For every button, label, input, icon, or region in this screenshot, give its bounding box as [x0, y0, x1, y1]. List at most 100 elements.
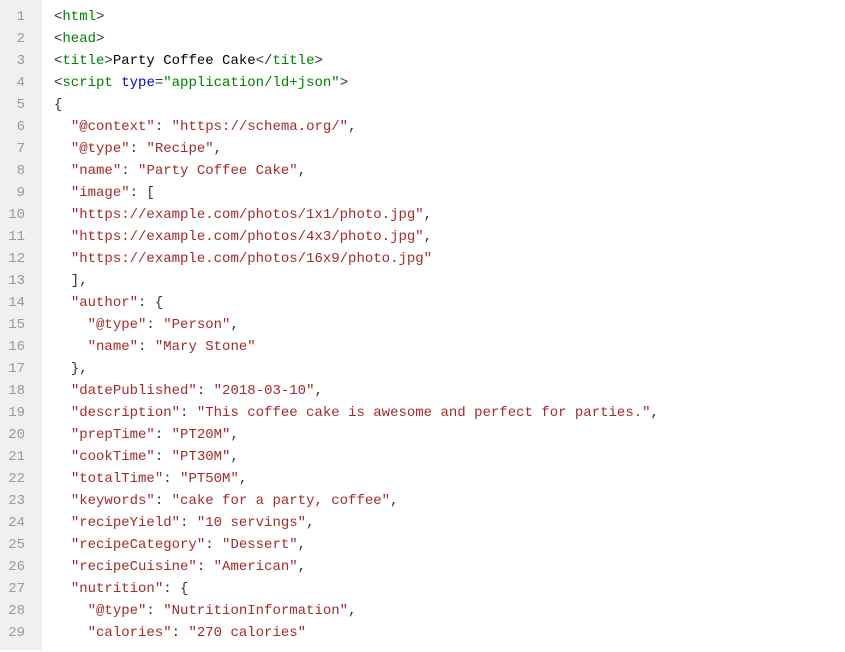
code-line[interactable]: <head> [54, 28, 659, 50]
token-string: "keywords" [71, 493, 155, 509]
token-tag: script [62, 75, 112, 91]
token-string: "prepTime" [71, 427, 155, 443]
code-line[interactable]: "recipeCuisine": "American", [54, 556, 659, 578]
token-punct: : [205, 537, 222, 553]
token-punct: , [424, 229, 432, 245]
token-punct: > [340, 75, 348, 91]
token-punct: : [155, 119, 172, 135]
token-tag: head [62, 31, 96, 47]
code-line[interactable]: "nutrition": { [54, 578, 659, 600]
code-line[interactable]: { [54, 94, 659, 116]
code-line[interactable]: <script type="application/ld+json"> [54, 72, 659, 94]
token-punct: , [298, 163, 306, 179]
token-string: "@type" [88, 603, 147, 619]
code-line[interactable]: "recipeYield": "10 servings", [54, 512, 659, 534]
line-number: 27 [0, 578, 31, 600]
token-punct [54, 383, 71, 399]
token-string: "datePublished" [71, 383, 197, 399]
code-line[interactable]: "recipeCategory": "Dessert", [54, 534, 659, 556]
token-punct: ], [54, 273, 88, 289]
code-line[interactable]: <html> [54, 6, 659, 28]
code-line[interactable]: "https://example.com/photos/1x1/photo.jp… [54, 204, 659, 226]
token-punct [54, 163, 71, 179]
line-number: 13 [0, 270, 31, 292]
token-punct [54, 119, 71, 135]
code-line[interactable]: "https://example.com/photos/4x3/photo.jp… [54, 226, 659, 248]
code-line[interactable]: "calories": "270 calories" [54, 622, 659, 644]
code-line[interactable]: "https://example.com/photos/16x9/photo.j… [54, 248, 659, 270]
token-punct: , [424, 207, 432, 223]
token-punct: = [155, 75, 163, 91]
code-line[interactable]: "@type": "Person", [54, 314, 659, 336]
token-punct [54, 471, 71, 487]
token-punct: , [214, 141, 222, 157]
token-punct: : [163, 471, 180, 487]
line-number: 20 [0, 424, 31, 446]
token-string: "@type" [88, 317, 147, 333]
code-line[interactable]: "keywords": "cake for a party, coffee", [54, 490, 659, 512]
token-punct [54, 141, 71, 157]
token-punct: : [180, 405, 197, 421]
token-string: "recipeYield" [71, 515, 180, 531]
line-number: 21 [0, 446, 31, 468]
code-line[interactable]: "@type": "Recipe", [54, 138, 659, 160]
token-string: "Dessert" [222, 537, 298, 553]
line-number: 15 [0, 314, 31, 336]
token-punct [54, 603, 88, 619]
token-punct: : [155, 427, 172, 443]
token-punct [54, 251, 71, 267]
token-punct: : [130, 141, 147, 157]
line-number: 26 [0, 556, 31, 578]
code-line[interactable]: "totalTime": "PT50M", [54, 468, 659, 490]
token-punct [54, 295, 71, 311]
line-number: 1 [0, 6, 31, 28]
code-line[interactable]: <title>Party Coffee Cake</title> [54, 50, 659, 72]
code-line[interactable]: "@type": "NutritionInformation", [54, 600, 659, 622]
token-string: "Person" [163, 317, 230, 333]
code-line[interactable]: "datePublished": "2018-03-10", [54, 380, 659, 402]
token-punct: > [96, 9, 104, 25]
token-punct [54, 339, 88, 355]
code-line[interactable]: "prepTime": "PT20M", [54, 424, 659, 446]
token-string: "name" [71, 163, 121, 179]
token-tag: title [272, 53, 314, 69]
line-number: 9 [0, 182, 31, 204]
token-punct: : [197, 383, 214, 399]
token-punct: , [348, 603, 356, 619]
code-line[interactable]: "name": "Mary Stone" [54, 336, 659, 358]
code-line[interactable]: "description": "This coffee cake is awes… [54, 402, 659, 424]
token-string: "recipeCategory" [71, 537, 205, 553]
token-punct: : [155, 493, 172, 509]
code-line[interactable]: "author": { [54, 292, 659, 314]
code-line[interactable]: ], [54, 270, 659, 292]
line-number: 25 [0, 534, 31, 556]
line-number: 14 [0, 292, 31, 314]
token-punct: : [146, 317, 163, 333]
token-string: "https://schema.org/" [172, 119, 348, 135]
token-punct [113, 75, 121, 91]
token-text: Party Coffee Cake [113, 53, 256, 69]
code-line[interactable]: "image": [ [54, 182, 659, 204]
code-line[interactable]: "cookTime": "PT30M", [54, 446, 659, 468]
line-number: 3 [0, 50, 31, 72]
token-string: "PT50M" [180, 471, 239, 487]
token-punct [54, 515, 71, 531]
token-string: "image" [71, 185, 130, 201]
token-punct [54, 185, 71, 201]
code-line[interactable]: "@context": "https://schema.org/", [54, 116, 659, 138]
code-editor-content[interactable]: <html><head><title>Party Coffee Cake</ti… [42, 0, 659, 650]
token-string: "Party Coffee Cake" [138, 163, 298, 179]
token-string: "totalTime" [71, 471, 163, 487]
line-number: 5 [0, 94, 31, 116]
token-punct: : [172, 625, 189, 641]
token-punct: , [239, 471, 247, 487]
line-number: 7 [0, 138, 31, 160]
token-punct: , [230, 427, 238, 443]
code-line[interactable]: "name": "Party Coffee Cake", [54, 160, 659, 182]
token-punct: : [ [130, 185, 155, 201]
token-punct: </ [256, 53, 273, 69]
token-punct: , [314, 383, 322, 399]
token-string: "https://example.com/photos/1x1/photo.jp… [71, 207, 424, 223]
code-line[interactable]: }, [54, 358, 659, 380]
token-punct: , [298, 559, 306, 575]
